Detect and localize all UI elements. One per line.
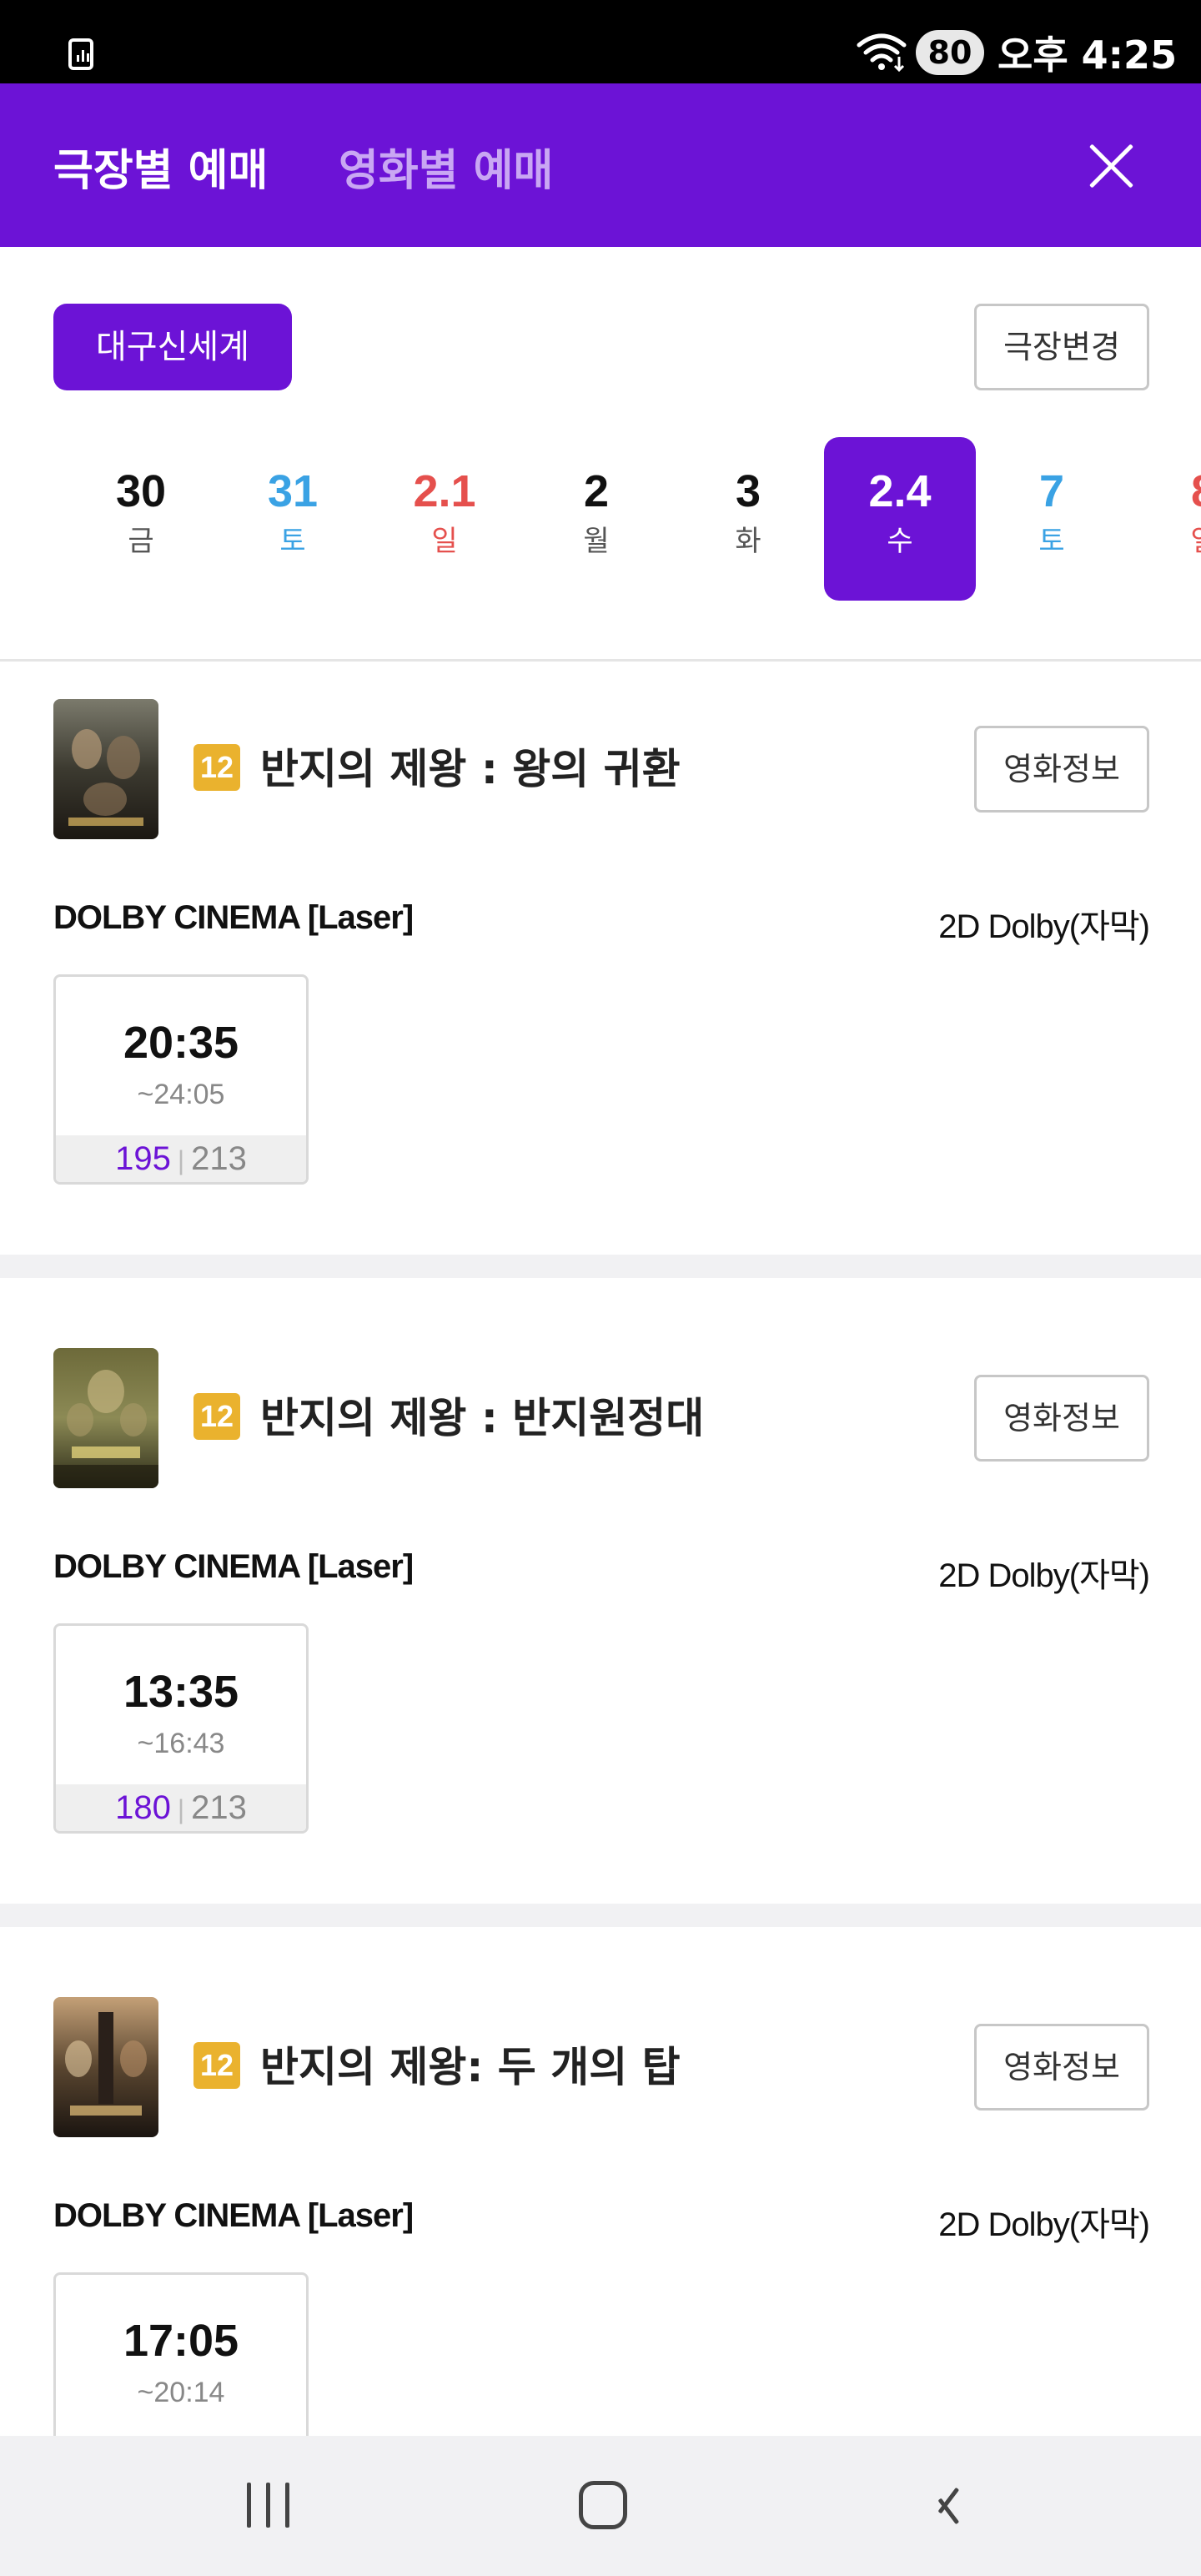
date-item[interactable]: 2 월 <box>520 437 672 601</box>
hall-name: DOLBY CINEMA [Laser] <box>53 2197 414 2234</box>
date-number: 2.1 <box>413 466 476 516</box>
showtime-end: ~20:14 <box>137 2377 225 2408</box>
date-number: 29 <box>0 464 35 519</box>
date-weekday: 월 <box>583 525 610 558</box>
showtime-end: ~16:43 <box>137 1728 225 1759</box>
back-icon[interactable] <box>924 2484 957 2528</box>
date-number: 2 <box>583 466 610 516</box>
change-theater-button[interactable]: 극장변경 <box>974 304 1149 390</box>
movie-card: 12 반지의 제왕 : 왕의 귀환 영화정보 DOLBY CINEMA [Las… <box>0 699 1201 1250</box>
seats-remaining: 195 <box>115 1140 171 1177</box>
booking-header: 극장별 예매 영화별 예매 <box>0 83 1201 247</box>
age-rating-badge: 12 <box>193 2042 240 2089</box>
movie-title[interactable]: 반지의 제왕: 두 개의 탑 <box>260 2034 681 2094</box>
movie-poster[interactable] <box>53 1348 158 1488</box>
screening-format: 2D Dolby(자막) <box>938 1557 1150 1594</box>
date-weekday: 일 <box>431 525 458 558</box>
age-rating-badge: 12 <box>193 744 240 791</box>
date-selector: 29 목 30 금 31 토 2.1 일 2 월 3 화 2.4 수 7 토 8… <box>0 434 1201 606</box>
close-icon[interactable] <box>1081 135 1141 195</box>
date-weekday: 수 <box>887 525 913 558</box>
hall-name: DOLBY CINEMA [Laser] <box>53 1548 414 1585</box>
date-weekday: 토 <box>1038 525 1065 558</box>
showtime-start: 17:05 <box>123 2316 239 2366</box>
wifi-icon <box>857 33 907 72</box>
clock: 오후 4:25 <box>997 33 1178 78</box>
date-item-selected[interactable]: 2.4 수 <box>824 437 976 601</box>
date-item[interactable]: 29 목 <box>0 437 35 601</box>
selected-theater-button[interactable]: 대구신세계 <box>53 304 292 390</box>
date-item[interactable]: 30 금 <box>65 437 217 601</box>
date-number: 7 <box>1038 466 1065 516</box>
signal-app-icon <box>68 38 93 70</box>
showtime-start: 20:35 <box>123 1018 239 1068</box>
seats-total: 213 <box>191 1789 247 1826</box>
age-rating-badge: 12 <box>193 1393 240 1440</box>
tab-by-theater[interactable]: 극장별 예매 <box>53 135 268 198</box>
movie-info-button[interactable]: 영화정보 <box>974 726 1149 813</box>
battery-indicator: 80 <box>916 30 984 75</box>
date-number: 8 <box>1128 464 1201 519</box>
date-number: 2.4 <box>868 466 932 516</box>
seats-remaining: 180 <box>115 1789 171 1826</box>
showtime-start: 13:35 <box>123 1667 239 1717</box>
date-weekday: 금 <box>128 525 154 558</box>
date-number: 3 <box>735 466 761 516</box>
showtime-slot[interactable]: 20:35 ~24:05 195 | 213 <box>53 974 309 1185</box>
movie-info-button[interactable]: 영화정보 <box>974 1375 1149 1462</box>
date-weekday: 화 <box>735 525 761 558</box>
date-number: 31 <box>267 466 319 516</box>
screening-format: 2D Dolby(자막) <box>938 908 1150 945</box>
tab-by-movie[interactable]: 영화별 예매 <box>339 135 553 198</box>
date-weekday: 목 <box>0 522 35 561</box>
date-item[interactable]: 7 토 <box>976 437 1128 601</box>
section-separator <box>0 1255 1201 1278</box>
date-item[interactable]: 31 토 <box>217 437 369 601</box>
movie-poster[interactable] <box>53 1997 158 2137</box>
home-icon[interactable] <box>579 2481 627 2529</box>
date-item[interactable]: 3 화 <box>672 437 824 601</box>
date-weekday: 일 <box>1128 522 1201 561</box>
seats-total: 213 <box>191 1140 247 1177</box>
movie-info-button[interactable]: 영화정보 <box>974 2024 1149 2111</box>
date-item[interactable]: 2.1 일 <box>369 437 520 601</box>
date-number: 30 <box>115 466 167 516</box>
divider <box>0 659 1201 662</box>
movie-card: 12 반지의 제왕 : 반지원정대 영화정보 DOLBY CINEMA [Las… <box>0 1348 1201 1899</box>
date-weekday: 토 <box>279 525 306 558</box>
movie-title[interactable]: 반지의 제왕 : 반지원정대 <box>260 1385 704 1445</box>
movie-card: 12 반지의 제왕: 두 개의 탑 영화정보 DOLBY CINEMA [Las… <box>0 1997 1201 2483</box>
movie-poster[interactable] <box>53 699 158 839</box>
date-item[interactable]: 8 일 <box>1128 437 1201 601</box>
hall-name: DOLBY CINEMA [Laser] <box>53 899 414 936</box>
seat-availability: 195 | 213 <box>56 1135 306 1182</box>
section-separator <box>0 1904 1201 1927</box>
screening-format: 2D Dolby(자막) <box>938 2206 1150 2243</box>
showtime-end: ~24:05 <box>137 1079 225 1110</box>
movie-title[interactable]: 반지의 제왕 : 왕의 귀환 <box>260 736 681 796</box>
recent-apps-icon[interactable] <box>245 2483 292 2528</box>
system-navigation-bar <box>0 2436 1201 2576</box>
status-bar: 80 오후 4:25 <box>0 0 1201 83</box>
seat-availability: 180 | 213 <box>56 1784 306 1831</box>
showtime-slot[interactable]: 13:35 ~16:43 180 | 213 <box>53 1623 309 1834</box>
